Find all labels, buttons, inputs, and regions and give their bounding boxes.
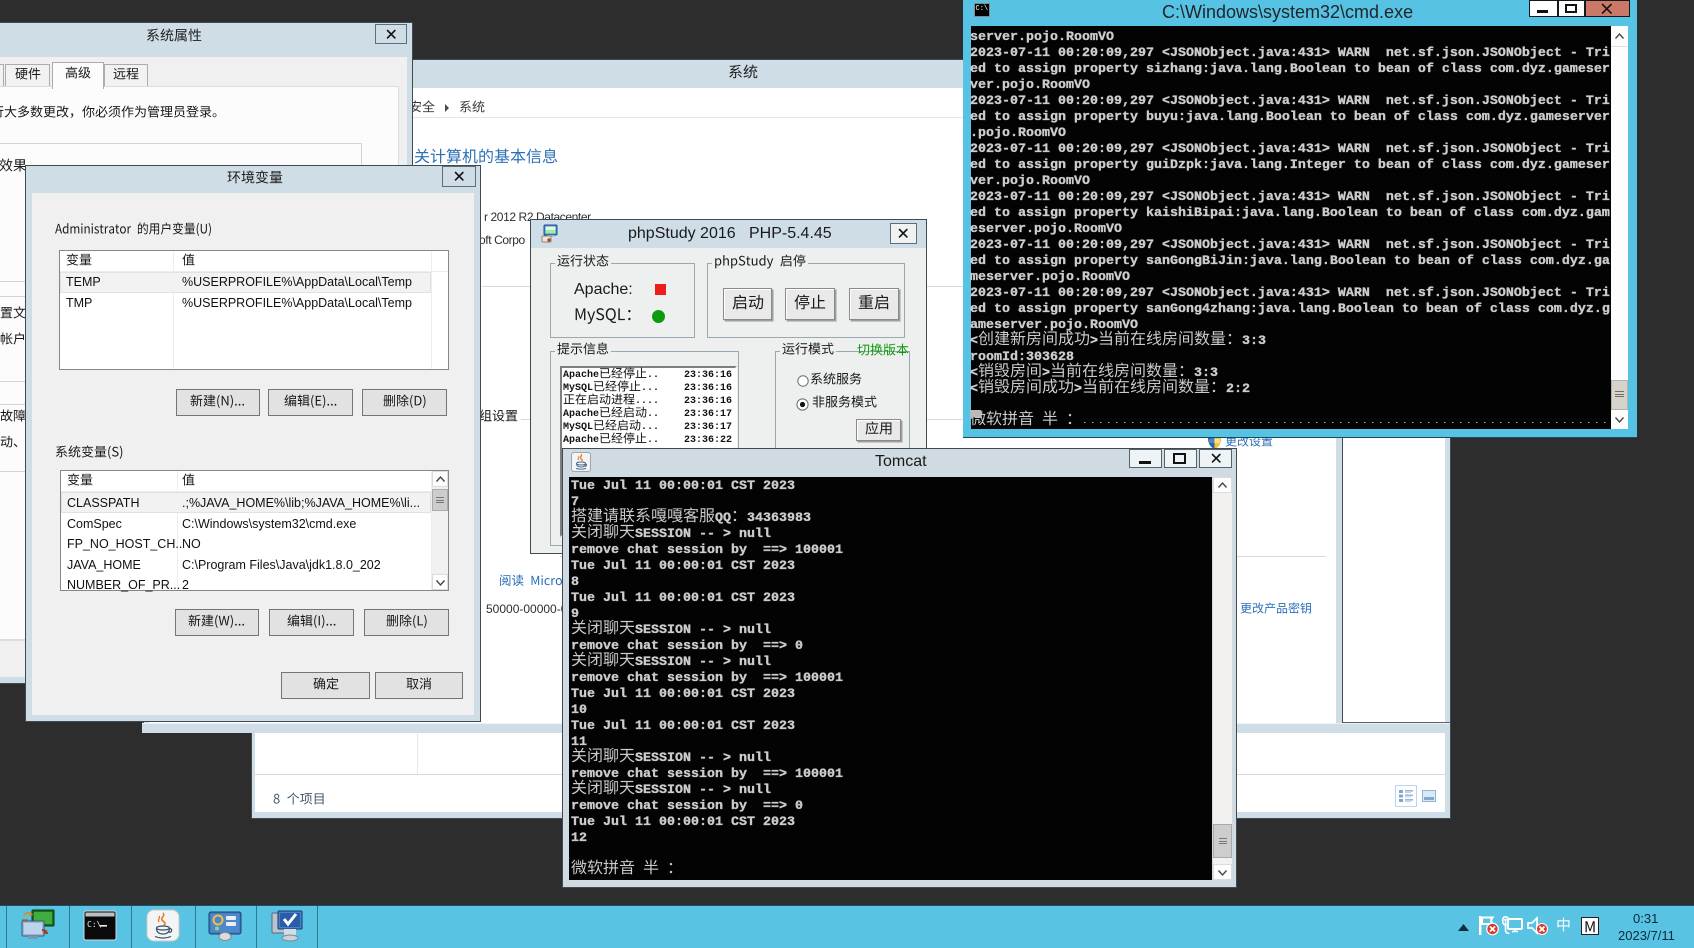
svg-text:C:\: C:\ xyxy=(87,920,102,929)
